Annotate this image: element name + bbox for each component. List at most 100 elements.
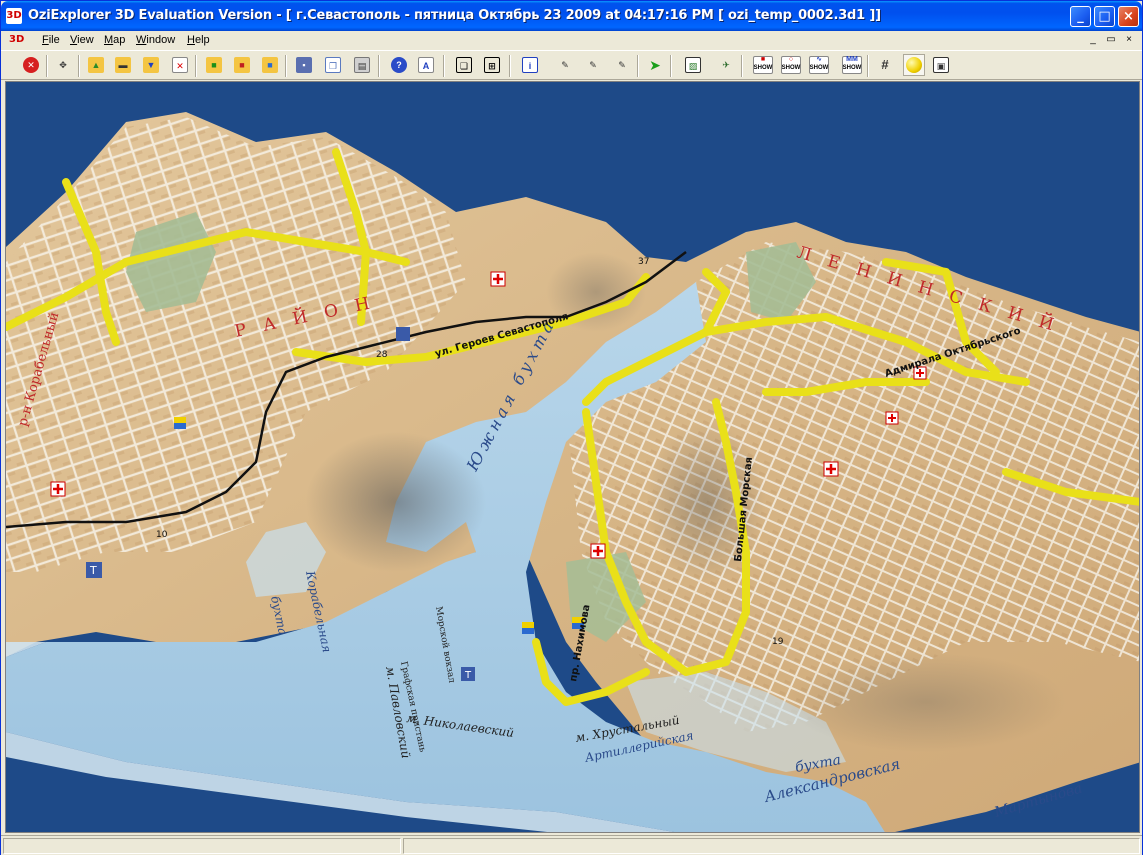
tool-help[interactable]: ? [388, 54, 410, 76]
hill-shadow-right [786, 652, 1066, 752]
sun-lighting-icon [906, 57, 922, 73]
tool-screenshot[interactable]: ▣ [930, 54, 952, 76]
menu-map[interactable]: Map [104, 34, 125, 46]
tool-tile[interactable]: ⊞ [481, 54, 503, 76]
tool-show-events[interactable]: ○ SHOW [780, 54, 802, 76]
tool-pointer[interactable]: ➤ [644, 54, 666, 76]
help-icon: ? [391, 57, 407, 73]
3d-map-view[interactable]: Т Т Р А Й О Н Л Е Н И Н С К И Й р-н Кора… [5, 81, 1140, 833]
svg-text:Т: Т [464, 670, 472, 681]
folder-down-icon: ▼ [143, 57, 159, 73]
tool-close-file[interactable]: ✕ [169, 54, 191, 76]
menu-window[interactable]: Window [136, 34, 175, 46]
minimize-button[interactable]: _ [1070, 6, 1091, 27]
map-label-num-28: 28 [376, 350, 388, 360]
3d-terrain-map[interactable]: Т Т Р А Й О Н Л Е Н И Н С К И Й р-н Кора… [6, 82, 1140, 833]
menu-bar: 3D File View Map Window Help _ ▭ × [1, 31, 1142, 50]
close-button[interactable]: × [1118, 6, 1139, 27]
app-window: 3D OziExplorer 3D Evaluation Version - [… [0, 0, 1143, 855]
save-icon: ▪ [296, 57, 312, 73]
map-label-num-10: 10 [156, 530, 168, 540]
folder-green-icon: ■ [206, 57, 222, 73]
title-bar[interactable]: 3D OziExplorer 3D Evaluation Version - [… [1, 1, 1142, 31]
tool-image[interactable]: ▨ [682, 54, 704, 76]
folder-open-icon: ▬ [115, 57, 131, 73]
picture-icon: ▣ [933, 57, 949, 73]
window-title: OziExplorer 3D Evaluation Version - [ г.… [28, 8, 881, 23]
status-bar [1, 835, 1142, 855]
printer-icon: ▤ [354, 57, 370, 73]
tool-plane[interactable]: ✈ [715, 54, 737, 76]
toolbar-separator [78, 55, 80, 77]
tool-text[interactable]: A [415, 54, 437, 76]
tool-open-file[interactable]: ▬ [112, 54, 134, 76]
stop-icon: ✕ [23, 57, 39, 73]
toolbar: ✕ ✥ ▲ ▬ ▼ ✕ ■ ■ ■ ▪ ❐ ▤ ? A ❏ ⊞ i ✎ ✎ ✎ … [1, 50, 1142, 80]
folder-red-icon: ■ [234, 57, 250, 73]
map-label-num-19: 19 [772, 637, 784, 647]
status-pane-2 [403, 838, 1140, 854]
tool-cascade[interactable]: ❏ [453, 54, 475, 76]
folder-open-icon: ▲ [88, 57, 104, 73]
mdi-child-icon[interactable]: 3D [9, 33, 24, 47]
svg-text:Т: Т [89, 564, 97, 577]
grid-icon: # [881, 57, 889, 72]
tool-show-mm[interactable]: MM SHOW [841, 54, 863, 76]
toolbar-separator [443, 55, 445, 77]
copy-icon: ❐ [325, 57, 341, 73]
app-icon[interactable]: 3D [6, 8, 22, 24]
pencil-icon: ✎ [561, 60, 569, 70]
tool-stop[interactable]: ✕ [20, 54, 42, 76]
status-pane-1 [3, 838, 401, 854]
folder-blue-icon: ■ [262, 57, 278, 73]
tool-sun[interactable] [903, 54, 925, 76]
tool-load-tracks[interactable]: ■ [231, 54, 253, 76]
tool-navigate[interactable]: ✥ [52, 54, 74, 76]
tile-windows-icon: ⊞ [484, 57, 500, 73]
menu-view[interactable]: View [70, 34, 94, 46]
toolbar-separator [670, 55, 672, 77]
pencil-icon: ✎ [618, 60, 626, 70]
tool-load-waypoints[interactable]: ■ [203, 54, 225, 76]
toolbar-separator [867, 55, 869, 77]
map-label-num-37: 37 [638, 257, 649, 267]
show-tracks-icon: ∿ SHOW [809, 56, 829, 74]
toolbar-separator [509, 55, 511, 77]
document-close-icon: ✕ [172, 57, 188, 73]
tool-waypoint-edit[interactable]: ✎ [554, 54, 576, 76]
toolbar-separator [637, 55, 639, 77]
tool-track-edit[interactable]: ✎ [582, 54, 604, 76]
maximize-button[interactable]: □ [1094, 6, 1115, 27]
tool-route-edit[interactable]: ✎ [611, 54, 633, 76]
menu-help[interactable]: Help [187, 34, 210, 46]
toolbar-separator [378, 55, 380, 77]
toolbar-separator [46, 55, 48, 77]
toolbar-separator [285, 55, 287, 77]
show-mm-icon: MM SHOW [842, 56, 862, 74]
tool-load-routes[interactable]: ■ [259, 54, 281, 76]
info-icon: i [522, 57, 538, 73]
show-waypoints-icon: ■ SHOW [753, 56, 773, 74]
tool-grid[interactable]: # [874, 54, 896, 76]
tool-print[interactable]: ▤ [351, 54, 373, 76]
airplane-icon: ✈ [722, 60, 730, 70]
toolbar-separator [195, 55, 197, 77]
mdi-close-button[interactable]: × [1121, 33, 1137, 47]
tool-info[interactable]: i [519, 54, 541, 76]
tool-open-file-2[interactable]: ▼ [140, 54, 162, 76]
menu-file[interactable]: File [42, 34, 60, 46]
tool-open-map[interactable]: ▲ [85, 54, 107, 76]
tool-show-tracks[interactable]: ∿ SHOW [808, 54, 830, 76]
cascade-windows-icon: ❏ [456, 57, 472, 73]
pencil-icon: ✎ [589, 60, 597, 70]
navigate-icon: ✥ [59, 60, 67, 70]
tool-show-waypoints[interactable]: ■ SHOW [752, 54, 774, 76]
mdi-minimize-button[interactable]: _ [1085, 33, 1101, 47]
image-icon: ▨ [685, 57, 701, 73]
arrow-cursor-icon: ➤ [649, 57, 661, 73]
tool-copy[interactable]: ❐ [322, 54, 344, 76]
toolbar-separator [741, 55, 743, 77]
mdi-restore-button[interactable]: ▭ [1103, 33, 1119, 47]
hill-shadow-center [306, 432, 486, 572]
tool-save[interactable]: ▪ [293, 54, 315, 76]
